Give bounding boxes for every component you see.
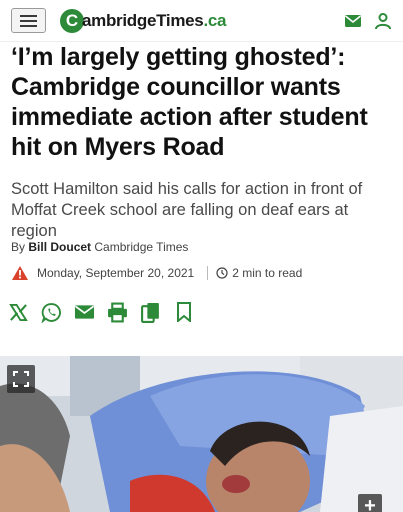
whatsapp-icon[interactable] bbox=[41, 302, 62, 323]
article-meta: Monday, September 20, 2021 2 min to read bbox=[11, 263, 391, 283]
site-header: C ambridgeTimes.ca bbox=[0, 0, 403, 42]
meta-divider bbox=[207, 266, 209, 280]
alert-icon bbox=[11, 265, 29, 281]
x-icon[interactable] bbox=[8, 302, 29, 323]
menu-button[interactable] bbox=[11, 8, 46, 33]
photo-illustration bbox=[0, 356, 403, 512]
mail-icon[interactable] bbox=[344, 12, 362, 30]
read-time: 2 min to read bbox=[232, 266, 303, 280]
menu-icon bbox=[20, 14, 37, 17]
article-headline: ‘I’m largely getting ghosted’: Cambridge… bbox=[11, 43, 368, 161]
logo-suffix: .ca bbox=[203, 11, 227, 30]
menu-icon-bar bbox=[20, 24, 37, 27]
expand-icon[interactable] bbox=[7, 365, 35, 393]
clock-icon bbox=[216, 267, 228, 279]
share-toolbar bbox=[8, 300, 194, 324]
user-icon[interactable] bbox=[374, 12, 392, 30]
article-subhead: Scott Hamilton said his calls for action… bbox=[11, 180, 363, 240]
byline-prefix: By bbox=[11, 240, 26, 254]
print-icon[interactable] bbox=[107, 302, 128, 323]
byline: By Bill Doucet Cambridge Times bbox=[11, 240, 188, 254]
article-photo[interactable]: + bbox=[0, 356, 403, 512]
bookmark-icon[interactable] bbox=[173, 302, 194, 323]
logo-name: ambridgeTimes bbox=[82, 11, 204, 30]
plus-button[interactable]: + bbox=[358, 494, 382, 512]
site-logo[interactable]: C ambridgeTimes.ca bbox=[60, 8, 226, 34]
logo-wordmark: ambridgeTimes.ca bbox=[82, 11, 226, 31]
author-link[interactable]: Bill Doucet bbox=[28, 240, 91, 254]
copy-icon[interactable] bbox=[140, 302, 161, 323]
email-icon[interactable] bbox=[74, 302, 95, 323]
publish-date: Monday, September 20, 2021 bbox=[37, 266, 195, 280]
menu-icon-bar bbox=[20, 19, 37, 22]
publication-name: Cambridge Times bbox=[94, 240, 189, 254]
logo-letter: C bbox=[60, 9, 84, 33]
